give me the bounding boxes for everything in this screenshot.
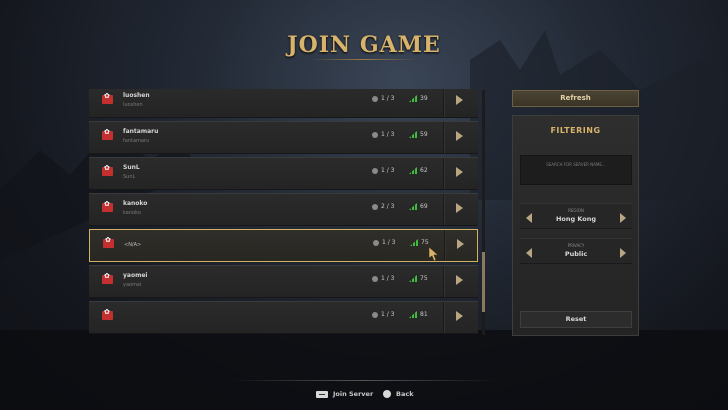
hong-kong-flag-icon (102, 200, 113, 212)
keyboard-key-icon (316, 390, 328, 398)
title-underline (310, 59, 418, 60)
ping: 75 (409, 275, 428, 282)
page-title: JOIN GAME (287, 32, 441, 58)
player-count: 2 / 3 (372, 203, 394, 210)
server-row[interactable]: kanoko kanoko 2 / 3 69 (89, 193, 478, 226)
server-name: yaomei (123, 272, 148, 279)
play-arrow-icon[interactable] (457, 239, 464, 249)
divider (443, 158, 445, 189)
player-icon (372, 167, 378, 174)
region-label: REGION (568, 208, 584, 213)
player-icon (372, 311, 378, 318)
play-arrow-icon[interactable] (456, 131, 463, 141)
divider (443, 89, 445, 117)
scrollbar-thumb[interactable] (482, 252, 485, 312)
player-count: 1 / 3 (372, 131, 394, 138)
server-host: luoshen (123, 102, 143, 108)
server-row[interactable]: SunL SunL 1 / 3 62 (89, 157, 478, 190)
server-host: SunL (123, 174, 136, 180)
server-list: luoshen luoshen 1 / 3 39 fantamaru fanta… (89, 89, 478, 335)
server-host: kanoko (123, 210, 141, 216)
server-list-scrollbar[interactable] (482, 90, 485, 335)
footer-divider (230, 380, 498, 381)
privacy-label: PRIVACY (567, 243, 585, 248)
privacy-next-arrow-icon[interactable] (620, 248, 626, 258)
play-arrow-icon[interactable] (456, 203, 463, 213)
divider (443, 302, 445, 333)
player-count: 1 / 3 (372, 167, 394, 174)
filtering-panel: FILTERING SEARCH FOR SERVER NAME... REGI… (512, 115, 639, 336)
player-icon (372, 95, 378, 102)
play-arrow-icon[interactable] (456, 311, 463, 321)
ping: 59 (409, 131, 428, 138)
server-host: yaomei (123, 282, 142, 288)
divider (443, 266, 445, 297)
mouse-cursor-icon (429, 247, 439, 261)
server-row-selected[interactable]: <N/A> 1 / 3 75 (89, 229, 478, 262)
ping: 39 (409, 95, 428, 102)
server-name-search-input[interactable]: SEARCH FOR SERVER NAME... (520, 155, 632, 185)
play-arrow-icon[interactable] (456, 275, 463, 285)
search-placeholder: SEARCH FOR SERVER NAME... (546, 162, 606, 167)
server-name: SunL (123, 164, 140, 171)
privacy-value: Public (564, 250, 588, 258)
server-row[interactable]: fantamaru fantamaru 1 / 3 59 (89, 121, 478, 154)
ping: 81 (409, 311, 428, 318)
divider (443, 194, 445, 225)
server-name: luoshen (123, 92, 150, 99)
server-row[interactable]: yaomei yaomei 1 / 3 75 (89, 265, 478, 298)
ping: 75 (410, 239, 429, 246)
signal-icon (409, 203, 417, 210)
hong-kong-flag-icon (102, 272, 113, 284)
play-arrow-icon[interactable] (456, 167, 463, 177)
player-icon (372, 131, 378, 138)
privacy-selector[interactable]: PRIVACY Public (520, 238, 632, 264)
hong-kong-flag-icon (102, 308, 113, 320)
server-host: <N/A> (124, 242, 142, 248)
server-name: fantamaru (123, 128, 159, 135)
hong-kong-flag-icon (102, 128, 113, 140)
ping: 62 (409, 167, 428, 174)
player-count: 1 / 3 (372, 311, 394, 318)
reset-button[interactable]: Reset (520, 311, 632, 328)
hong-kong-flag-icon (102, 164, 113, 176)
player-count: 1 / 3 (372, 275, 394, 282)
signal-icon (410, 239, 418, 246)
signal-icon (409, 131, 417, 138)
signal-icon (409, 167, 417, 174)
player-count: 1 / 3 (373, 239, 395, 246)
back-button-icon (383, 390, 391, 398)
refresh-button[interactable]: Refresh (512, 90, 639, 107)
hong-kong-flag-icon (103, 236, 114, 248)
player-icon (372, 203, 378, 210)
ping: 69 (409, 203, 428, 210)
region-selector[interactable]: REGION Hong Kong (520, 203, 632, 229)
region-value: Hong Kong (555, 215, 597, 223)
join-server-hint[interactable]: Join Server (316, 390, 373, 398)
server-host: fantamaru (123, 138, 150, 144)
server-row[interactable]: 1 / 3 81 (89, 301, 478, 334)
divider (443, 122, 445, 153)
back-hint[interactable]: Back (383, 390, 414, 398)
region-next-arrow-icon[interactable] (620, 213, 626, 223)
play-arrow-icon[interactable] (456, 95, 463, 105)
server-name: kanoko (123, 200, 148, 207)
signal-icon (409, 311, 417, 318)
divider (444, 230, 446, 261)
player-count: 1 / 3 (372, 95, 394, 102)
filtering-title: FILTERING (550, 126, 601, 135)
signal-icon (409, 275, 417, 282)
signal-icon (409, 95, 417, 102)
player-icon (372, 275, 378, 282)
hong-kong-flag-icon (102, 92, 113, 104)
server-row[interactable]: luoshen luoshen 1 / 3 39 (89, 89, 478, 118)
player-icon (373, 239, 379, 246)
